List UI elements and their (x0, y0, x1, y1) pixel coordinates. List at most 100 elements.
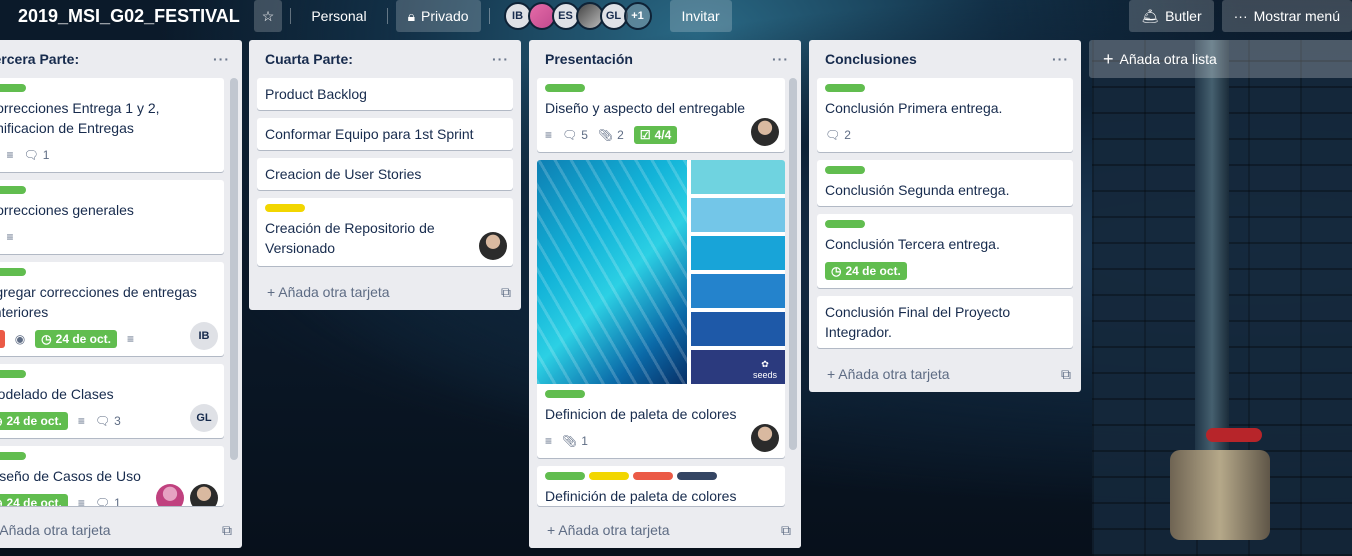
board-title[interactable]: 2019_MSI_G02_FESTIVAL (8, 0, 250, 32)
label-green (825, 166, 865, 174)
plus-icon: + (547, 522, 559, 538)
add-card-label: Añada otra tarjeta (278, 284, 390, 300)
divider (488, 8, 490, 24)
card[interactable]: Conclusión Final del Proyecto Integrador… (817, 296, 1073, 348)
card[interactable]: Conclusión Tercera entrega. ◷ 24 de oct. (817, 214, 1073, 288)
checklist-badge: ☑ 4/4 (633, 126, 678, 144)
divider (290, 8, 292, 24)
swatch (691, 274, 785, 308)
add-card-button[interactable]: + Añada otra tarjeta⧉ (809, 356, 1081, 392)
clock-icon: ◷ (0, 496, 2, 506)
team-button[interactable]: Personal (299, 0, 378, 32)
card[interactable]: Definición de paleta de colores PARA (537, 466, 785, 506)
card[interactable]: Conclusión Segunda entrega. (817, 160, 1073, 206)
add-card-button[interactable]: + Añada otra tarjeta⧉ (249, 274, 521, 310)
card-member-avatar[interactable]: GL (190, 404, 218, 432)
invite-button[interactable]: Invitar (669, 0, 732, 32)
overdue-badge: 3 (0, 330, 5, 348)
add-card-button[interactable]: + Añada otra tarjeta⧉ (0, 512, 242, 548)
checklist-icon: ☑ (639, 128, 651, 142)
visibility-button[interactable]: 🔒︎ Privado (395, 0, 481, 32)
list-header: Presentación ··· (529, 40, 801, 78)
card-member-avatar[interactable] (479, 232, 507, 260)
card[interactable]: Creación de Repositorio de Versionado (257, 198, 513, 266)
list-menu-icon[interactable]: ··· (1052, 51, 1069, 67)
star-button[interactable]: ☆ (253, 0, 283, 32)
template-icon[interactable]: ⧉ (222, 522, 232, 539)
swatch (691, 312, 785, 346)
due-date-badge[interactable]: ◷24 de oct. (0, 494, 68, 506)
card[interactable]: Creacion de User Stories (257, 158, 513, 190)
card-title: Product Backlog (265, 86, 367, 102)
description-icon: ≡ (545, 128, 553, 142)
template-icon[interactable]: ⧉ (1061, 366, 1071, 383)
more-members-button[interactable]: +1 (623, 2, 652, 30)
list-menu-icon[interactable]: ··· (772, 51, 789, 67)
due-date-badge[interactable]: ◷24 de oct. (825, 262, 907, 280)
card[interactable]: Agregar correcciones de entregas anterio… (0, 262, 224, 356)
label-green (825, 220, 865, 228)
clock-icon: ◷ (831, 264, 842, 278)
list-cuarta-parte: Cuarta Parte: ··· Product Backlog Conform… (249, 40, 521, 310)
comment-icon: 🗨︎ (94, 496, 111, 506)
list-tercera-parte: Tercera Parte: ··· Correcciones Entrega 1… (0, 40, 242, 548)
background-pipe (1195, 40, 1229, 460)
clock-icon: ◷ (0, 414, 2, 428)
template-icon[interactable]: ⧉ (501, 284, 511, 301)
card-title: Conclusión Primera entrega. (825, 100, 1003, 116)
swatch (691, 236, 785, 270)
card-title: Conformar Equipo para 1st Sprint (265, 126, 474, 142)
template-icon[interactable]: ⧉ (781, 522, 791, 539)
watch-icon: ◉ (14, 332, 26, 346)
list-title[interactable]: Cuarta Parte: (265, 51, 353, 67)
card-member-avatar[interactable] (751, 118, 779, 146)
card-cover-image: ✿ seeds (537, 160, 785, 384)
card[interactable]: Conclusión Primera entrega. 🗨︎ 2 (817, 78, 1073, 152)
card-member-avatar[interactable] (190, 484, 218, 506)
comment-icon: 🗨︎ (94, 414, 111, 428)
card-title: Conclusión Segunda entrega. (825, 182, 1010, 198)
list-header: Cuarta Parte: ··· (249, 40, 521, 78)
due-date-badge[interactable]: ◷24 de oct. (0, 412, 68, 430)
card[interactable]: Correcciones Entrega 1 y 2, Unificacion … (0, 78, 224, 172)
card[interactable]: ✿ seeds Definicion de paleta de colores ≡… (537, 160, 785, 458)
clock-icon: ◷ (41, 332, 52, 346)
card[interactable]: Product Backlog (257, 78, 513, 110)
card-member-avatar[interactable] (751, 424, 779, 452)
butler-button[interactable]: 🛎︎ Butler (1129, 0, 1214, 32)
list-scrollbar[interactable] (230, 78, 238, 460)
swatch (691, 160, 785, 194)
list-scrollbar[interactable] (789, 78, 797, 450)
label-red (633, 472, 673, 480)
lock-icon: 🔒︎ (407, 8, 416, 24)
attachment-icon: 📎︎ (562, 434, 578, 448)
due-date-badge[interactable]: ◷24 de oct. (35, 330, 118, 348)
seeds-logo: ✿ seeds (753, 359, 777, 380)
list-menu-icon[interactable]: ··· (492, 51, 509, 67)
card[interactable]: Conformar Equipo para 1st Sprint (257, 118, 513, 150)
label-green (0, 186, 26, 194)
list-menu-icon[interactable]: ··· (213, 51, 230, 67)
card-title: Diseño y aspecto del entregable (545, 100, 746, 116)
card[interactable]: Modelado de Clases ◷ 24 de oct. ≡ 🗨︎3 GL (0, 364, 224, 438)
add-list-button[interactable]: + Añada otra lista (1089, 40, 1352, 78)
list-title[interactable]: Presentación (545, 51, 633, 67)
list-conclusiones: Conclusiones ··· Conclusión Primera entre… (809, 40, 1081, 392)
card[interactable]: Diseño y aspecto del entregable ≡ 🗨︎ 5 📎︎ 2 ☑… (537, 78, 785, 152)
member-avatars: IB ES GL +1 (503, 2, 652, 30)
attachment-icon: 📎︎ (597, 128, 614, 142)
card-member-avatar[interactable] (156, 484, 184, 506)
card[interactable]: Correcciones generales ◉≡ (0, 180, 224, 254)
card-member-avatar[interactable]: IB (190, 322, 218, 350)
list-title[interactable]: Conclusiones (825, 51, 917, 67)
label-green (545, 472, 585, 480)
card-title: Diseño de Casos de Uso (0, 468, 141, 484)
add-card-label: Añada otra tarjeta (838, 366, 950, 382)
list-title[interactable]: Tercera Parte: (0, 51, 79, 67)
description-icon: ≡ (77, 414, 85, 428)
card[interactable]: Diseño de Casos de Uso ◷ 24 de oct. ≡ 🗨︎1 (0, 446, 224, 506)
show-menu-button[interactable]: ··· Mostrar menú (1221, 0, 1352, 32)
label-green (825, 84, 865, 92)
add-card-button[interactable]: + Añada otra tarjeta⧉ (529, 512, 801, 548)
add-list-label: Añada otra lista (1119, 51, 1217, 67)
